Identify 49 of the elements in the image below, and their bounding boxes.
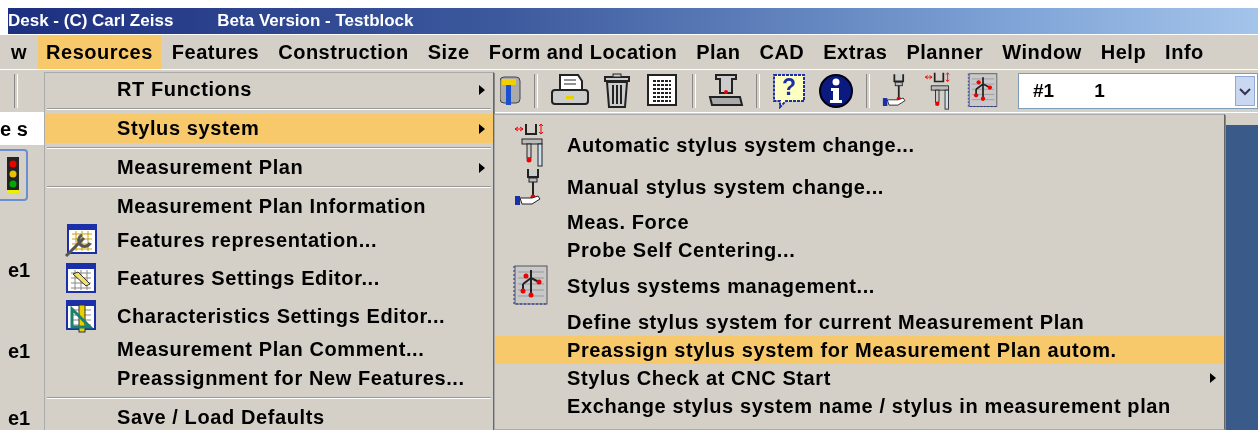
traffic-light-icon bbox=[7, 157, 19, 193]
window-subtitle: Beta Version - Testblock bbox=[217, 11, 414, 32]
dropdown-button[interactable] bbox=[1235, 76, 1255, 107]
menu-item[interactable]: Preassignment for New Features... bbox=[45, 364, 493, 393]
menu-item[interactable]: Resources bbox=[38, 35, 161, 70]
menu-item[interactable]: Construction bbox=[270, 35, 417, 70]
menu-item[interactable]: Stylus systems management... bbox=[495, 264, 1224, 308]
text-field[interactable]: e s bbox=[0, 113, 44, 145]
menu-item[interactable]: Features Settings Editor... bbox=[45, 259, 493, 297]
menu-item[interactable]: Exchange stylus system name / stylus in measurement plan bbox=[495, 392, 1224, 420]
menu-item[interactable]: Info bbox=[1157, 35, 1212, 70]
menu-item[interactable]: RT Functions bbox=[45, 75, 493, 104]
menu-item[interactable]: Window bbox=[994, 35, 1090, 70]
menu-item[interactable]: Size bbox=[419, 35, 478, 70]
stylus-rack-icon bbox=[512, 264, 550, 308]
menu-item[interactable]: Probe Self Centering... bbox=[495, 236, 1224, 264]
menu-item[interactable]: Define stylus system for current Measurement Plan bbox=[495, 308, 1224, 336]
menu-item[interactable]: Form and Location bbox=[480, 35, 686, 70]
menu-item[interactable]: Manual stylus system change... bbox=[495, 167, 1224, 208]
feature-label: e1 bbox=[8, 407, 32, 430]
menu-item[interactable]: w bbox=[3, 35, 36, 70]
menu-item[interactable]: Help bbox=[1092, 35, 1155, 70]
feature-label: e1 bbox=[8, 340, 32, 363]
menu-item[interactable]: Measurement Plan bbox=[45, 153, 493, 182]
menu-item[interactable]: Extras bbox=[815, 35, 896, 70]
trash-icon[interactable] bbox=[602, 73, 632, 110]
menu-item[interactable]: Features bbox=[163, 35, 268, 70]
info-icon[interactable] bbox=[818, 73, 854, 110]
menu-item[interactable]: Stylus Check at CNC Start bbox=[495, 364, 1224, 392]
pencil-grid-icon bbox=[64, 262, 98, 294]
menu-item[interactable]: Save / Load Defaults bbox=[45, 403, 493, 430]
tool-button[interactable] bbox=[0, 149, 28, 201]
menu-item[interactable]: Characteristics Settings Editor... bbox=[45, 297, 493, 335]
menu-item[interactable]: Plan bbox=[688, 35, 749, 70]
menu-item[interactable]: Measurement Plan Information bbox=[45, 192, 493, 221]
feature-label: e1 bbox=[8, 259, 32, 282]
menu-item[interactable]: Measurement Plan Comment... bbox=[45, 335, 493, 364]
window-title: Desk - (C) Carl Zeiss bbox=[8, 11, 174, 32]
menu-item[interactable]: Features representation... bbox=[45, 221, 493, 259]
stylus-selector[interactable]: #1 1 bbox=[1018, 73, 1258, 110]
help-icon[interactable]: ? bbox=[772, 73, 806, 110]
menu-item[interactable]: Planner bbox=[898, 35, 992, 70]
chevron-icon bbox=[1239, 87, 1251, 98]
menu-item[interactable]: Meas. Force bbox=[495, 208, 1224, 236]
menu-item[interactable]: Stylus system bbox=[45, 114, 493, 143]
menu-item[interactable]: CAD bbox=[751, 35, 813, 70]
menu-item[interactable]: Automatic stylus system change... bbox=[495, 123, 1224, 167]
wrench-grid-icon bbox=[64, 223, 98, 257]
menu-item[interactable]: Preassign stylus system for Measurement Plan autom. bbox=[495, 336, 1224, 364]
